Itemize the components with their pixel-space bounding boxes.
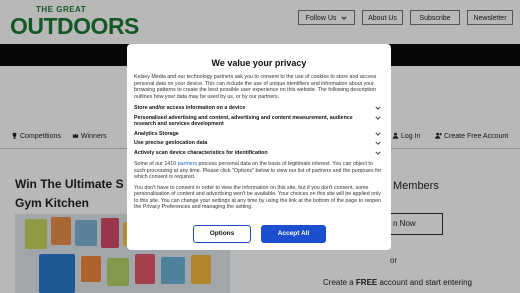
purpose-item[interactable]: Actively scan device characteristics for… [134,150,384,157]
accept-all-button[interactable]: Accept All [261,225,326,243]
purpose-label: Actively scan device characteristics for… [134,149,268,156]
consent-title: We value your privacy [211,58,307,68]
chevron-down-icon [375,141,381,145]
consent-dialog: We value your privacy Kelsey Media and o… [127,44,391,250]
consent-notice: You don't have to consent in order to vi… [134,184,382,211]
chevron-down-icon [375,116,381,120]
consent-intro: Kelsey Media and our technology partners… [134,74,377,100]
chevron-down-icon [375,106,381,110]
purpose-list: Store and/or access information on a dev… [134,105,384,156]
purpose-item[interactable]: Store and/or access information on a dev… [134,105,384,112]
partners-prefix: Some of our [134,161,165,167]
chevron-down-icon [375,151,381,155]
purpose-item[interactable]: Personalised advertising and content, ad… [134,115,384,128]
partners-text: Some of our 1410 partners process person… [134,161,384,181]
purpose-item[interactable]: Use precise geolocation data [134,140,384,147]
purpose-label: Analytics Storage [134,130,179,137]
partners-count: 1410 [164,161,177,167]
purpose-item[interactable]: Analytics Storage [134,131,384,138]
purpose-label: Use precise geolocation data [134,140,208,146]
consent-actions: Options Accept All [127,225,391,243]
purpose-label: Personalised advertising and content, ad… [134,114,353,128]
chevron-down-icon [375,132,381,136]
purpose-label: Store and/or access information on a dev… [134,105,246,111]
partners-link[interactable]: partners [178,161,197,167]
options-button[interactable]: Options [193,225,251,243]
